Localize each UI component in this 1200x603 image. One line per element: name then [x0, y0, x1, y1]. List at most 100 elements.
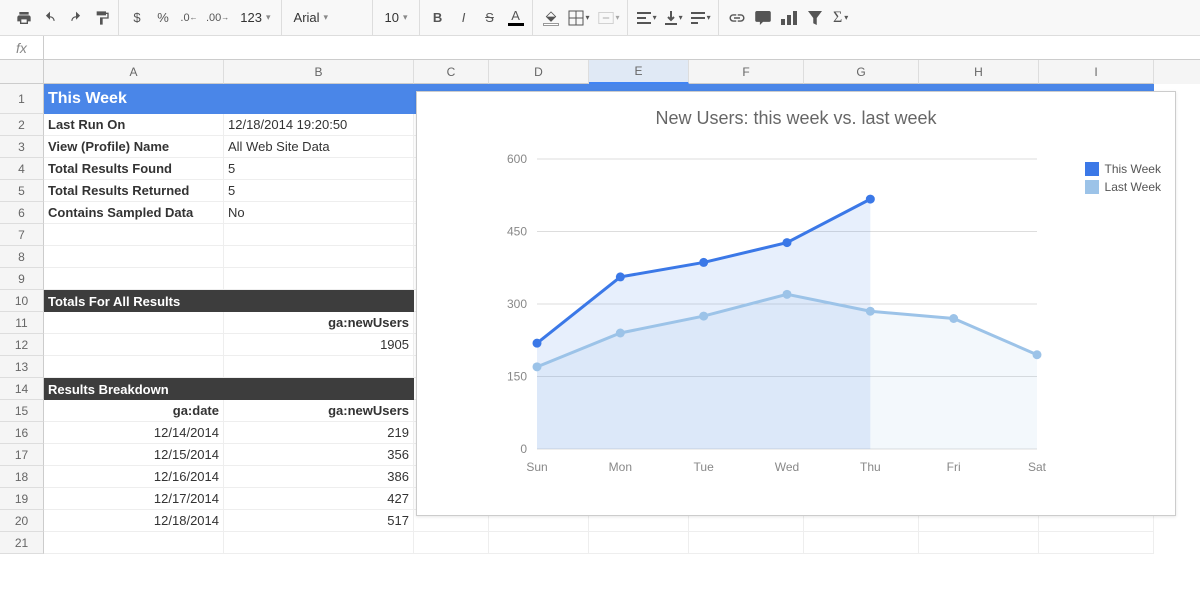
chart[interactable]: New Users: this week vs. last week 01503… — [416, 91, 1176, 516]
cell[interactable]: View (Profile) Name — [44, 136, 224, 158]
row-header-1[interactable]: 1 — [0, 84, 44, 114]
row-header-18[interactable]: 18 — [0, 466, 44, 488]
select-all-corner[interactable] — [0, 60, 44, 84]
cell[interactable]: ga:newUsers — [224, 400, 414, 422]
row-header-20[interactable]: 20 — [0, 510, 44, 532]
italic-icon[interactable]: I — [452, 6, 476, 30]
cell[interactable] — [44, 224, 224, 246]
cell[interactable]: ga:newUsers — [224, 312, 414, 334]
cell[interactable]: 517 — [224, 510, 414, 532]
comment-icon[interactable] — [751, 6, 775, 30]
col-header-C[interactable]: C — [414, 60, 489, 84]
cell[interactable] — [44, 268, 224, 290]
row-header-13[interactable]: 13 — [0, 356, 44, 378]
cell[interactable] — [224, 532, 414, 554]
cell[interactable]: Totals For All Results — [44, 290, 414, 312]
col-header-A[interactable]: A — [44, 60, 224, 84]
cell[interactable] — [44, 312, 224, 334]
row-header-9[interactable]: 9 — [0, 268, 44, 290]
cell[interactable] — [414, 532, 489, 554]
chart-icon[interactable] — [777, 6, 801, 30]
cell[interactable] — [804, 532, 919, 554]
cell[interactable]: 356 — [224, 444, 414, 466]
row-header-2[interactable]: 2 — [0, 114, 44, 136]
row-header-5[interactable]: 5 — [0, 180, 44, 202]
bold-icon[interactable]: B — [426, 6, 450, 30]
cell[interactable]: 427 — [224, 488, 414, 510]
row-header-15[interactable]: 15 — [0, 400, 44, 422]
cell[interactable]: Total Results Found — [44, 158, 224, 180]
cell[interactable]: 12/14/2014 — [44, 422, 224, 444]
cell[interactable] — [44, 246, 224, 268]
percent-icon[interactable]: % — [151, 6, 175, 30]
number-format-select[interactable]: 123▾ — [234, 6, 276, 30]
redo-icon[interactable] — [64, 6, 88, 30]
merge-cells-icon[interactable]: ▾ — [595, 6, 623, 30]
cell[interactable]: 12/15/2014 — [44, 444, 224, 466]
row-header-8[interactable]: 8 — [0, 246, 44, 268]
font-select[interactable]: Arial▾ — [288, 6, 368, 30]
cell[interactable] — [44, 532, 224, 554]
cell[interactable]: 5 — [224, 158, 414, 180]
cell[interactable]: Total Results Returned — [44, 180, 224, 202]
cell[interactable]: Contains Sampled Data — [44, 202, 224, 224]
cell[interactable] — [1039, 532, 1154, 554]
cell[interactable]: 1905 — [224, 334, 414, 356]
col-header-H[interactable]: H — [919, 60, 1039, 84]
row-header-19[interactable]: 19 — [0, 488, 44, 510]
filter-icon[interactable] — [803, 6, 827, 30]
undo-icon[interactable] — [38, 6, 62, 30]
h-align-icon[interactable]: ▾ — [634, 6, 660, 30]
col-header-B[interactable]: B — [224, 60, 414, 84]
row-header-7[interactable]: 7 — [0, 224, 44, 246]
cell[interactable]: 219 — [224, 422, 414, 444]
col-header-E[interactable]: E — [589, 60, 689, 84]
row-header-10[interactable]: 10 — [0, 290, 44, 312]
font-size-select[interactable]: 10▾ — [379, 6, 415, 30]
paint-format-icon[interactable] — [90, 6, 114, 30]
col-header-F[interactable]: F — [689, 60, 804, 84]
row-header-11[interactable]: 11 — [0, 312, 44, 334]
row-header-4[interactable]: 4 — [0, 158, 44, 180]
cell[interactable]: 386 — [224, 466, 414, 488]
cell[interactable] — [224, 246, 414, 268]
cell[interactable] — [224, 224, 414, 246]
text-color-icon[interactable]: A — [504, 6, 528, 30]
decrease-decimal-icon[interactable]: .0← — [177, 6, 201, 30]
v-align-icon[interactable]: ▾ — [662, 6, 686, 30]
cell[interactable]: Results Breakdown — [44, 378, 414, 400]
strikethrough-icon[interactable]: S — [478, 6, 502, 30]
cell[interactable] — [224, 268, 414, 290]
cell[interactable]: No — [224, 202, 414, 224]
cell[interactable] — [489, 532, 589, 554]
cell[interactable] — [44, 334, 224, 356]
cell[interactable] — [44, 356, 224, 378]
cell[interactable]: 5 — [224, 180, 414, 202]
cell[interactable]: 12/17/2014 — [44, 488, 224, 510]
row-header-16[interactable]: 16 — [0, 422, 44, 444]
cell[interactable]: 12/16/2014 — [44, 466, 224, 488]
row-header-3[interactable]: 3 — [0, 136, 44, 158]
link-icon[interactable] — [725, 6, 749, 30]
col-header-I[interactable]: I — [1039, 60, 1154, 84]
currency-icon[interactable]: $ — [125, 6, 149, 30]
row-header-6[interactable]: 6 — [0, 202, 44, 224]
cell[interactable]: 12/18/2014 19:20:50 — [224, 114, 414, 136]
cell[interactable] — [589, 532, 689, 554]
cell[interactable] — [224, 356, 414, 378]
col-header-D[interactable]: D — [489, 60, 589, 84]
print-icon[interactable] — [12, 6, 36, 30]
row-header-14[interactable]: 14 — [0, 378, 44, 400]
row-header-17[interactable]: 17 — [0, 444, 44, 466]
row-header-21[interactable]: 21 — [0, 532, 44, 554]
cell[interactable] — [919, 532, 1039, 554]
increase-decimal-icon[interactable]: .00→ — [203, 6, 232, 30]
cell[interactable]: All Web Site Data — [224, 136, 414, 158]
fill-color-icon[interactable] — [539, 6, 563, 30]
cell[interactable]: ga:date — [44, 400, 224, 422]
borders-icon[interactable]: ▾ — [565, 6, 593, 30]
col-header-G[interactable]: G — [804, 60, 919, 84]
text-wrap-icon[interactable]: ▾ — [688, 6, 714, 30]
cell[interactable] — [689, 532, 804, 554]
functions-icon[interactable]: Σ▾ — [829, 6, 853, 30]
